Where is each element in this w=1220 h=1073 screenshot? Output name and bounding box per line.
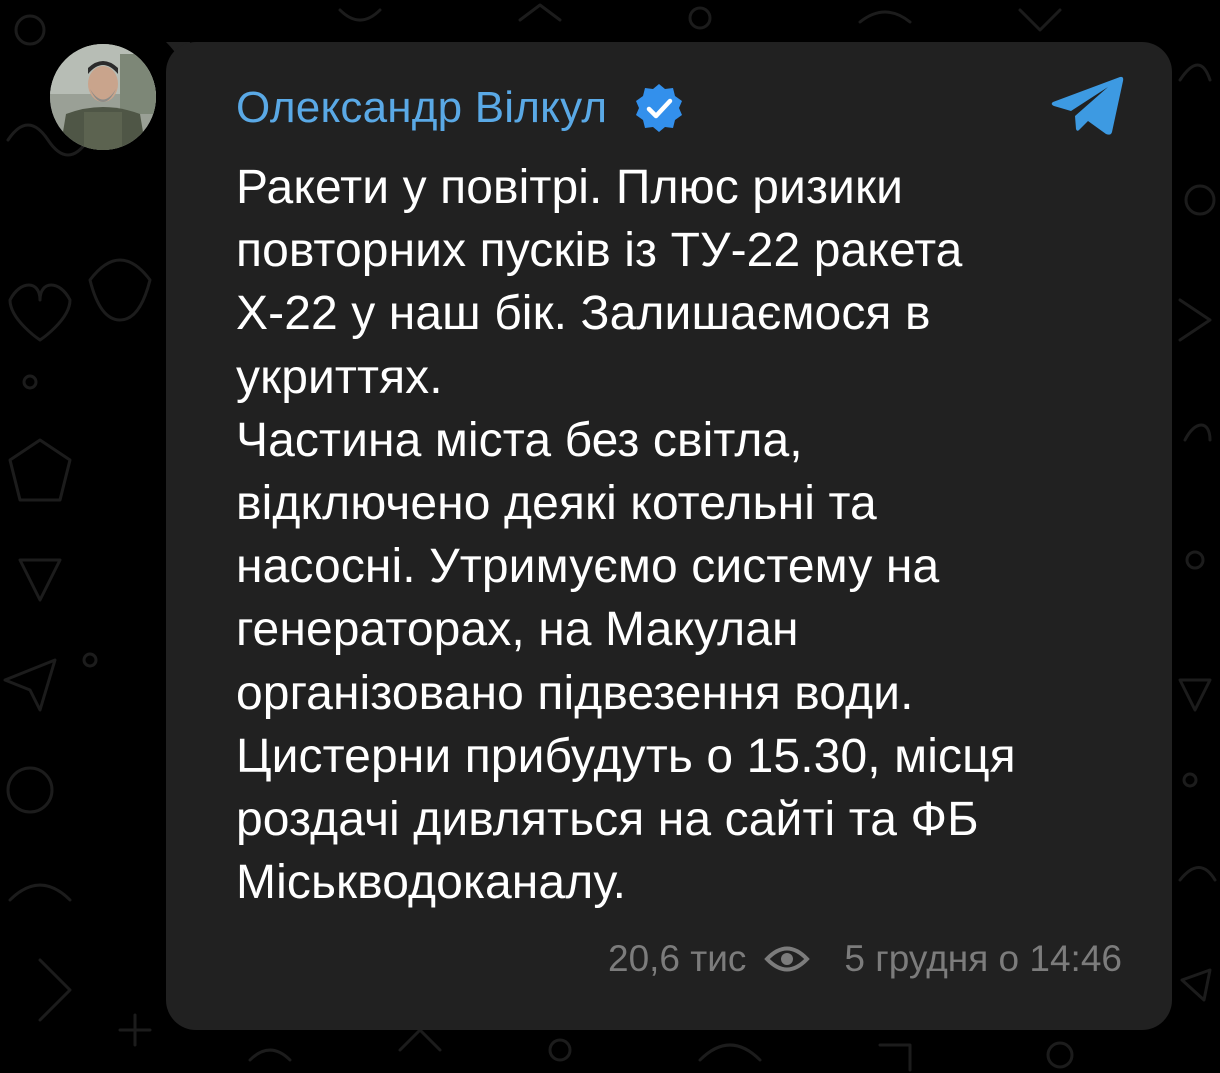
author-name[interactable]: Олександр Вілкул [236,83,607,133]
message-text: Ракети у повітрі. Плюс ризики повторних … [236,161,1016,910]
author-avatar[interactable] [50,44,156,150]
avatar-photo [50,44,156,150]
message-meta: 20,6 тис 5 грудня о 14:46 [608,938,1122,980]
eye-icon [764,946,811,972]
view-count: 20,6 тис [608,938,747,979]
verified-badge-icon [636,84,683,132]
telegram-icon[interactable] [1050,74,1124,138]
timestamp: 5 грудня о 14:46 [844,938,1122,979]
author-row: Олександр Вілкул [236,80,685,136]
